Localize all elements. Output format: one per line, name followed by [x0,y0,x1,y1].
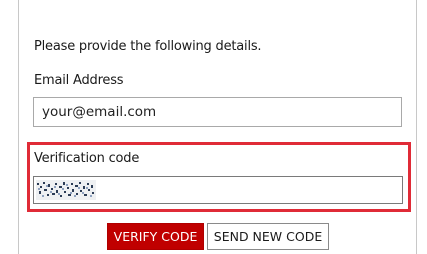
verification-code-label: Verification code [34,151,140,166]
verify-code-button[interactable]: VERIFY CODE [107,223,204,250]
obscured-code-image [36,180,96,200]
form-intro-text: Please provide the following details. [34,39,262,54]
send-new-code-button[interactable]: SEND NEW CODE [207,223,329,250]
verification-code-field[interactable] [33,176,403,204]
email-field[interactable]: your@email.com [33,97,402,127]
email-label: Email Address [34,73,124,88]
